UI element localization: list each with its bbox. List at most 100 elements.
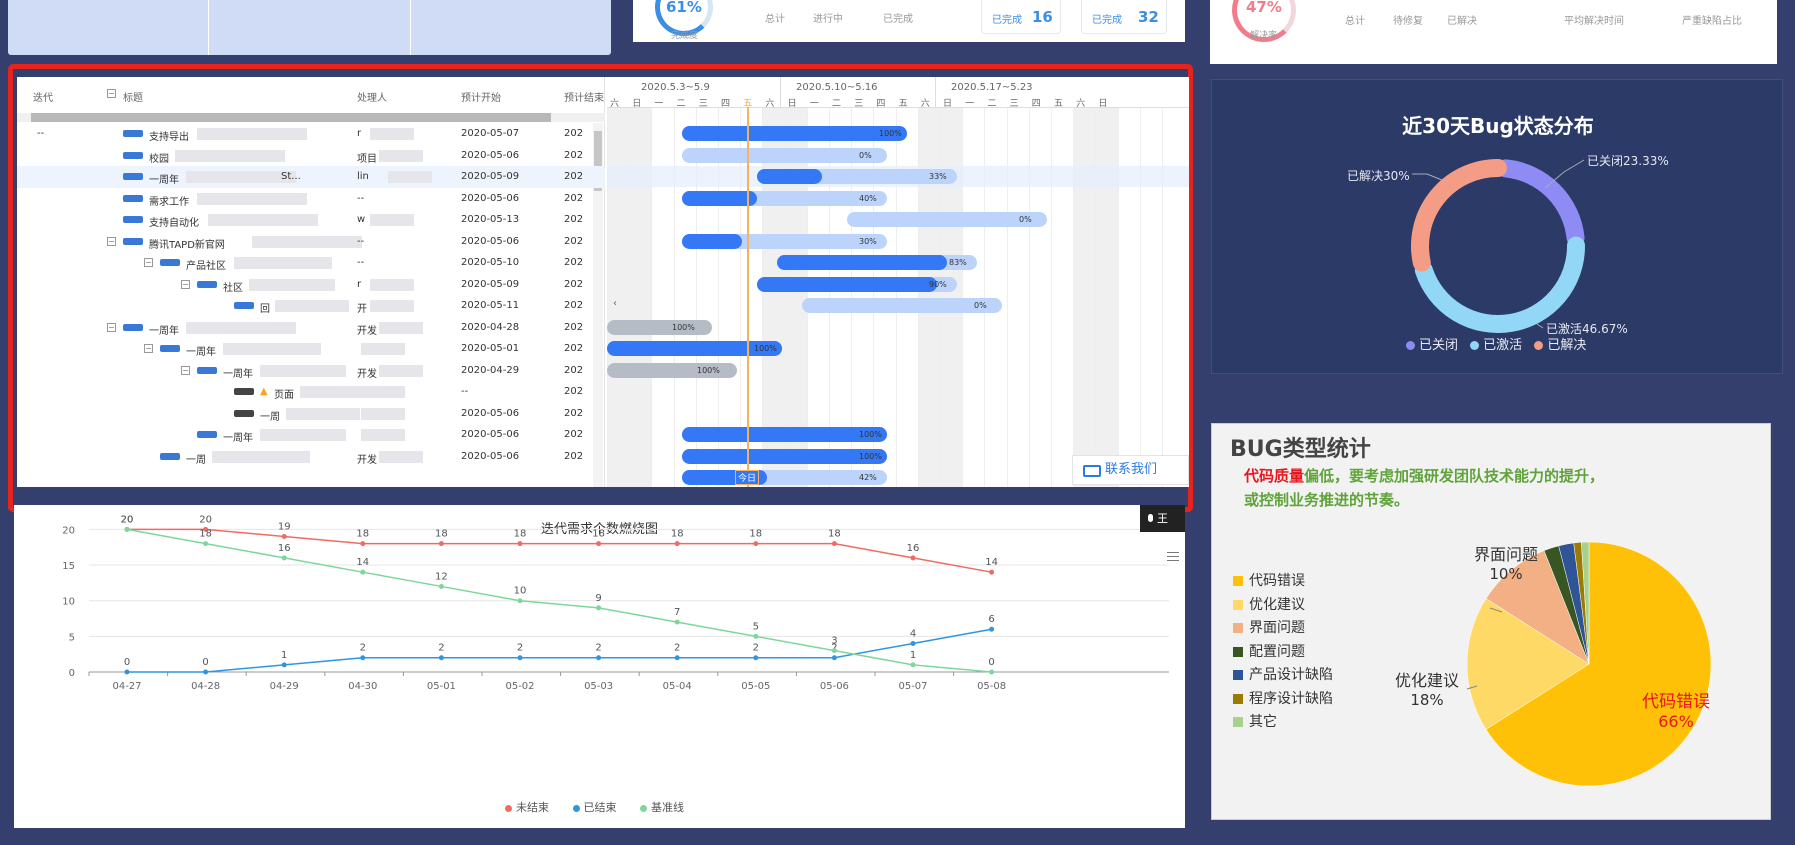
col-owner[interactable]: 处理人: [357, 89, 387, 104]
gantt-row[interactable]: − 一周年 开发 2020-04-28 202: [17, 317, 605, 339]
row-title[interactable]: 一周年: [149, 322, 179, 337]
contact-us-button[interactable]: 联系我们: [1072, 455, 1189, 485]
col-title[interactable]: 标题: [123, 89, 143, 104]
expand-toggle-icon[interactable]: −: [181, 365, 190, 375]
data-point[interactable]: [596, 655, 602, 661]
gantt-row[interactable]: 一周年 2020-05-06 202: [17, 424, 605, 446]
data-point[interactable]: [831, 655, 837, 661]
data-point[interactable]: [674, 619, 680, 625]
gantt-row[interactable]: 校园 项目 2020-05-06 202: [17, 145, 605, 167]
gantt-row[interactable]: 一周 2020-05-06 202: [17, 403, 605, 425]
data-point[interactable]: [831, 541, 837, 547]
bug-legend-item[interactable]: 其它: [1233, 711, 1277, 731]
data-point[interactable]: [438, 655, 444, 661]
legend-resolved[interactable]: 已解决: [1534, 338, 1586, 353]
gantt-row[interactable]: 需求工作 -- 2020-05-06 202: [17, 188, 605, 210]
row-title[interactable]: 回: [260, 300, 270, 315]
gantt-row[interactable]: -- 支持导出 r 2020-05-07 202: [17, 123, 605, 145]
data-point[interactable]: [124, 669, 130, 675]
data-point[interactable]: [596, 605, 602, 611]
row-title[interactable]: 支持自动化: [149, 214, 199, 229]
row-title[interactable]: 社区: [223, 279, 243, 294]
donut-slice-2[interactable]: [1411, 159, 1507, 272]
expand-toggle-icon[interactable]: −: [107, 322, 116, 332]
data-point[interactable]: [989, 669, 995, 675]
done-chip-1[interactable]: 已完成 16: [981, 0, 1061, 34]
data-point[interactable]: [281, 555, 287, 561]
data-point[interactable]: [360, 569, 366, 575]
data-point[interactable]: [281, 534, 287, 540]
bug-legend-item[interactable]: 配置问题: [1233, 641, 1305, 661]
gantt-row[interactable]: − 产品社区 -- 2020-05-10 202: [17, 252, 605, 274]
gantt-row[interactable]: 一周 开发 2020-05-06 202: [17, 446, 605, 468]
bug-legend-item[interactable]: 程序设计缺陷: [1233, 688, 1333, 708]
legend-finished[interactable]: 已结束: [572, 801, 617, 814]
col-start[interactable]: 预计开始: [461, 89, 501, 104]
row-title[interactable]: 支持导出: [149, 128, 189, 143]
gantt-bar[interactable]: [607, 319, 712, 335]
row-title[interactable]: 一周: [260, 408, 280, 423]
data-point[interactable]: [124, 526, 130, 532]
col-end[interactable]: 预计结束: [564, 89, 604, 104]
gantt-row[interactable]: 一周年 St... lin 2020-05-09 202: [17, 166, 605, 188]
done-chip-2[interactable]: 已完成 32: [1081, 0, 1167, 34]
donut-slice-1[interactable]: [1414, 236, 1585, 333]
data-point[interactable]: [753, 633, 759, 639]
row-title[interactable]: 一周年: [149, 171, 179, 186]
data-point[interactable]: [989, 626, 995, 632]
row-title[interactable]: 一周年: [186, 343, 216, 358]
data-point[interactable]: [910, 640, 916, 646]
expand-toggle-icon[interactable]: −: [144, 258, 153, 267]
data-point[interactable]: [517, 655, 523, 661]
bug-legend-item[interactable]: 界面问题: [1233, 617, 1305, 637]
data-point[interactable]: [674, 541, 680, 547]
row-title[interactable]: 一周: [186, 451, 206, 466]
h-scrollbar[interactable]: [17, 113, 605, 122]
data-point[interactable]: [989, 569, 995, 575]
data-point[interactable]: [910, 555, 916, 561]
row-title[interactable]: 校园: [149, 150, 169, 165]
data-point[interactable]: [360, 655, 366, 661]
donut-slice-0[interactable]: [1496, 159, 1585, 247]
gantt-bar[interactable]: [847, 212, 1047, 227]
expand-toggle-icon[interactable]: −: [144, 344, 153, 353]
collapse-all-icon[interactable]: −: [107, 89, 116, 98]
gantt-row[interactable]: − 社区 r 2020-05-09 202: [17, 274, 605, 296]
data-point[interactable]: [753, 541, 759, 547]
legend-unfinished[interactable]: 未结束: [505, 801, 549, 814]
data-point[interactable]: [517, 598, 523, 604]
data-point[interactable]: [281, 662, 287, 668]
expand-toggle-icon[interactable]: −: [181, 279, 190, 289]
data-point[interactable]: [203, 541, 209, 547]
data-point[interactable]: [831, 648, 837, 654]
row-title[interactable]: 一周年: [223, 429, 253, 444]
data-point[interactable]: [203, 669, 209, 675]
bug-legend-item[interactable]: 优化建议: [1233, 594, 1305, 614]
data-point[interactable]: [596, 541, 602, 547]
data-point[interactable]: [438, 583, 444, 589]
gantt-bar[interactable]: [682, 147, 887, 163]
gantt-row[interactable]: − 腾讯TAPD新官网 -- 2020-05-06 202: [17, 231, 605, 253]
row-title[interactable]: 产品社区: [186, 257, 226, 272]
data-point[interactable]: [910, 662, 916, 668]
gantt-row[interactable]: ▲ 页面 -- 202: [17, 381, 605, 403]
gantt-row[interactable]: 回 开 2020-05-11 202: [17, 295, 605, 317]
data-point[interactable]: [674, 655, 680, 661]
gantt-bar[interactable]: [802, 298, 1002, 313]
bug-legend-item[interactable]: 代码错误: [1233, 570, 1305, 590]
gantt-row[interactable]: − 一周年 开发 2020-04-29 202: [17, 360, 605, 382]
row-title[interactable]: 腾讯TAPD新官网: [149, 236, 225, 251]
legend-baseline[interactable]: 基准线: [640, 801, 684, 814]
data-point[interactable]: [753, 655, 759, 661]
gantt-row[interactable]: − 一周年 2020-05-01 202: [17, 338, 605, 360]
row-title[interactable]: 一周年: [223, 365, 253, 380]
recorder-badge[interactable]: 王: [1140, 505, 1185, 532]
timeline-scroll-left[interactable]: ‹: [607, 291, 623, 317]
bug-legend-item[interactable]: 产品设计缺陷: [1233, 664, 1333, 684]
expand-toggle-icon[interactable]: −: [107, 236, 116, 246]
data-point[interactable]: [438, 541, 444, 547]
data-point[interactable]: [360, 541, 366, 547]
row-title[interactable]: 需求工作: [149, 193, 189, 208]
data-point[interactable]: [517, 541, 523, 547]
legend-active[interactable]: 已激活: [1470, 338, 1522, 353]
